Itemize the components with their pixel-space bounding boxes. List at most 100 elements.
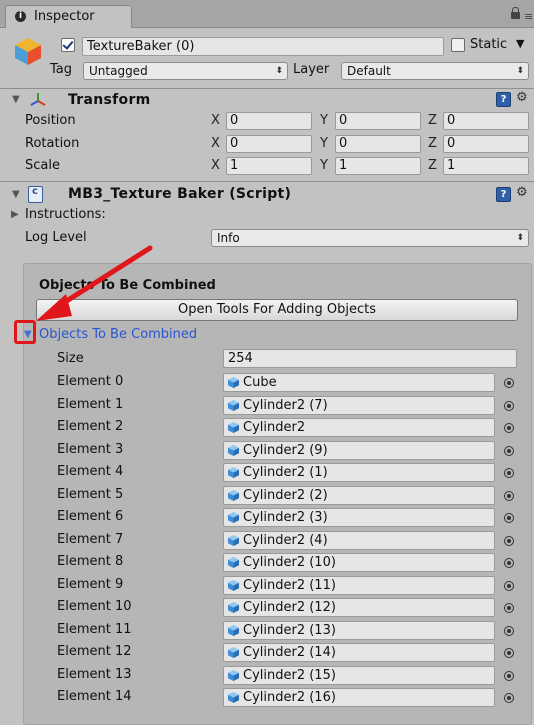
inspector-tab[interactable]: i Inspector [5, 5, 132, 28]
object-picker-icon[interactable] [504, 648, 514, 658]
objects-section-title: Objects To Be Combined [39, 278, 216, 293]
element-object-field[interactable]: Cylinder2 (9) [223, 440, 495, 460]
object-picker-icon[interactable] [504, 490, 514, 501]
element-object-field[interactable]: Cylinder2 (10) [223, 553, 495, 572]
transform-foldout-arrow-icon[interactable]: ▼ [12, 94, 20, 105]
transform-axes-icon [30, 93, 46, 106]
element-label: Element 5 [57, 486, 124, 502]
element-object-field[interactable]: Cylinder2 (2) [223, 485, 495, 505]
object-picker-icon[interactable] [504, 400, 514, 411]
element-object-field[interactable]: Cylinder2 (14) [223, 643, 495, 662]
script-foldout-arrow-icon[interactable]: ▼ [12, 189, 20, 200]
objects-list-foldout[interactable]: Objects To Be Combined [39, 327, 197, 342]
instructions-label[interactable]: Instructions: [25, 207, 106, 222]
gameobject-cube-icon [15, 38, 41, 65]
gameobject-cube-icon [228, 647, 239, 658]
element-object-field[interactable]: Cylinder2 (1) [223, 463, 495, 482]
position-z-field[interactable]: 0 [443, 112, 529, 130]
object-picker-icon[interactable] [504, 513, 514, 523]
element-object-name: Cylinder2 (2) [243, 487, 328, 503]
element-object-field[interactable]: Cylinder2 (15) [223, 665, 495, 685]
help-book-icon[interactable]: ? [496, 187, 511, 202]
object-picker-icon[interactable] [504, 378, 514, 388]
position-label: Position [25, 113, 76, 128]
object-picker-icon[interactable] [504, 423, 514, 433]
gameobject-cube-icon [228, 377, 239, 388]
active-checkbox[interactable] [61, 38, 75, 52]
element-object-field[interactable]: Cylinder2 (13) [223, 620, 495, 640]
object-picker-icon[interactable] [504, 445, 514, 456]
tag-value: Untagged [89, 64, 148, 78]
object-picker-icon[interactable] [504, 670, 514, 681]
element-label: Element 0 [57, 374, 124, 389]
element-object-name: Cylinder2 (15) [243, 667, 336, 683]
gear-icon[interactable]: ⚙ [516, 185, 528, 200]
element-label: Element 13 [57, 666, 132, 682]
rotation-y-field[interactable]: 0 [335, 135, 421, 153]
lock-icon[interactable] [511, 7, 520, 19]
help-book-icon[interactable]: ? [496, 92, 511, 107]
layer-dropdown[interactable]: Default ⬍ [341, 62, 529, 80]
gameobject-cube-icon [228, 602, 239, 613]
object-picker-icon[interactable] [504, 558, 514, 568]
tag-dropdown[interactable]: Untagged ⬍ [83, 62, 288, 80]
axis-x-label: X [211, 136, 220, 151]
gameobject-cube-icon [228, 467, 239, 478]
element-object-name: Cylinder2 (9) [243, 442, 328, 458]
axis-x-label: X [211, 113, 220, 128]
layer-label: Layer [293, 62, 330, 77]
static-checkbox[interactable] [451, 38, 465, 52]
element-object-field[interactable]: Cylinder2 (11) [223, 575, 495, 595]
element-object-field[interactable]: Cylinder2 (12) [223, 598, 495, 617]
element-object-field[interactable]: Cylinder2 (4) [223, 530, 495, 550]
rotation-z-field[interactable]: 0 [443, 135, 529, 153]
scale-x-field[interactable]: 1 [226, 157, 312, 175]
object-picker-icon[interactable] [504, 693, 514, 703]
scale-label: Scale [25, 158, 60, 173]
log-level-dropdown[interactable]: Info ⬍ [211, 229, 529, 247]
tab-menu-icon[interactable]: ≡ [524, 10, 533, 23]
position-x-field[interactable]: 0 [226, 112, 312, 130]
gameobject-cube-icon [228, 512, 239, 523]
element-label: Element 1 [57, 396, 124, 412]
scale-y-field[interactable]: 1 [335, 157, 421, 175]
element-object-name: Cylinder2 (11) [243, 577, 336, 593]
element-object-name: Cylinder2 (13) [243, 622, 336, 638]
object-picker-icon[interactable] [504, 625, 514, 636]
object-name-field[interactable]: TextureBaker (0) [82, 37, 444, 56]
position-y-field[interactable]: 0 [335, 112, 421, 130]
gameobject-cube-icon [228, 669, 239, 681]
size-field[interactable]: 254 [223, 349, 517, 368]
annotation-highlight-box [14, 320, 36, 344]
element-object-field[interactable]: Cylinder2 (3) [223, 508, 495, 527]
divider [0, 88, 534, 89]
element-object-field[interactable]: Cylinder2 [223, 418, 495, 437]
size-label: Size [57, 351, 84, 366]
element-label: Element 9 [57, 576, 124, 592]
element-object-name: Cylinder2 (12) [243, 600, 336, 615]
scale-z-field[interactable]: 1 [443, 157, 529, 175]
element-object-field[interactable]: Cylinder2 (7) [223, 395, 495, 415]
object-picker-icon[interactable] [504, 580, 514, 591]
gear-icon[interactable]: ⚙ [516, 90, 528, 105]
element-object-field[interactable]: Cylinder2 (16) [223, 688, 495, 707]
gameobject-cube-icon [228, 422, 239, 433]
element-object-field[interactable]: Cube [223, 373, 495, 392]
object-picker-icon[interactable] [504, 468, 514, 478]
gameobject-cube-icon [228, 489, 239, 501]
element-label: Element 10 [57, 599, 132, 614]
layer-value: Default [347, 64, 391, 78]
element-object-name: Cylinder2 (3) [243, 510, 328, 525]
object-picker-icon[interactable] [504, 535, 514, 546]
rotation-x-field[interactable]: 0 [226, 135, 312, 153]
object-picker-icon[interactable] [504, 603, 514, 613]
open-tools-button[interactable]: Open Tools For Adding Objects [36, 299, 518, 321]
gameobject-cube-icon [228, 579, 239, 591]
static-label: Static [470, 37, 508, 52]
instructions-foldout-arrow-icon[interactable]: ▶ [11, 209, 19, 220]
element-label: Element 12 [57, 644, 132, 659]
gameobject-cube-icon [228, 534, 239, 546]
static-dropdown-arrow-icon[interactable]: ▼ [516, 37, 524, 50]
element-object-name: Cube [243, 375, 277, 390]
gameobject-cube-icon [228, 624, 239, 636]
